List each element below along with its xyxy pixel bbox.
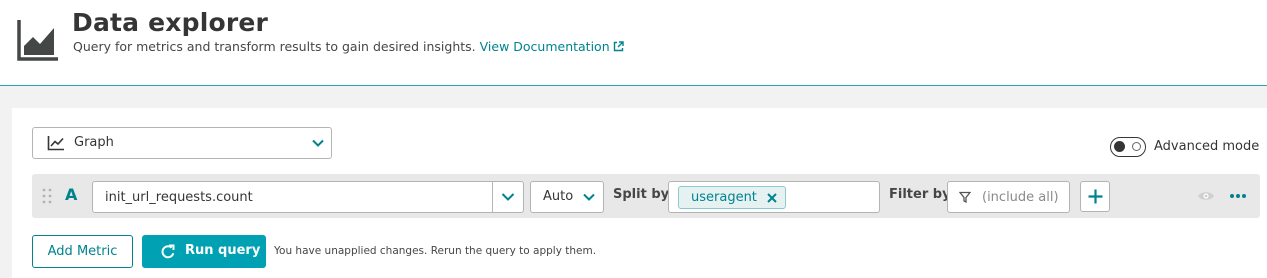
metric-selector [92, 181, 524, 213]
aggregation-label: Auto [543, 189, 574, 204]
metric-divider [492, 182, 493, 212]
run-query-button[interactable]: Run query [142, 235, 266, 268]
advanced-mode-label: Advanced mode [1154, 139, 1260, 154]
line-chart-icon [47, 136, 64, 151]
filter-by-label: Filter by [889, 187, 951, 202]
add-metric-button[interactable]: Add Metric [32, 235, 133, 268]
doc-link-label: View Documentation [479, 39, 610, 54]
plus-icon [1088, 189, 1103, 204]
filter-icon [959, 191, 971, 203]
run-query-label: Run query [185, 243, 261, 258]
split-by-chip: useragent [678, 186, 786, 209]
page-header: Data explorer Query for metrics and tran… [0, 0, 1267, 86]
page-subtitle: Query for metrics and transform results … [73, 39, 624, 54]
close-icon[interactable] [766, 192, 778, 204]
chevron-down-icon[interactable] [500, 190, 516, 204]
query-panel: Graph Advanced mode A Auto Split by u [12, 108, 1267, 278]
area-chart-icon [17, 20, 58, 61]
query-row: A Auto Split by useragent Filter by [32, 174, 1260, 218]
view-documentation-link[interactable]: View Documentation [480, 39, 624, 54]
filter-input[interactable] [978, 182, 1068, 212]
page-title: Data explorer [72, 8, 269, 37]
metric-input[interactable] [93, 182, 492, 212]
subtitle-text: Query for metrics and transform results … [73, 39, 476, 54]
toggle-off-indicator [1132, 142, 1141, 151]
query-letter: A [65, 185, 78, 204]
visualization-label: Graph [74, 135, 114, 150]
refresh-icon [161, 244, 175, 259]
eye-icon[interactable] [1197, 189, 1215, 203]
split-by-chip-label: useragent [691, 190, 757, 205]
external-link-icon [613, 41, 624, 52]
advanced-mode-toggle[interactable] [1110, 137, 1146, 157]
split-by-field[interactable]: useragent [668, 181, 880, 213]
filter-by-field [947, 181, 1070, 213]
drag-handle-icon[interactable] [42, 188, 52, 204]
split-by-label: Split by [613, 187, 670, 202]
aggregation-select[interactable]: Auto [530, 181, 604, 213]
more-options-icon[interactable] [1229, 193, 1247, 199]
chevron-down-icon [583, 193, 595, 201]
toggle-knob [1114, 141, 1125, 152]
add-filter-button[interactable] [1080, 181, 1110, 212]
unapplied-changes-notice: You have unapplied changes. Rerun the qu… [274, 245, 597, 257]
chevron-down-icon [312, 139, 324, 147]
visualization-select[interactable]: Graph [32, 127, 332, 159]
